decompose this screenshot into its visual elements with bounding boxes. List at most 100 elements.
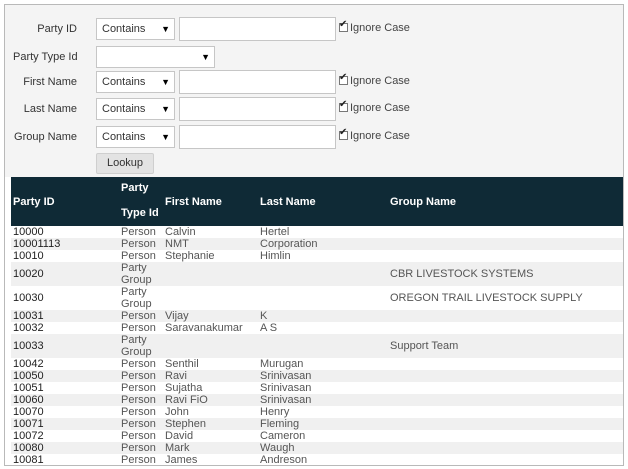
party-id-operator-select[interactable]: Contains ▼ (96, 18, 175, 40)
party-id-input[interactable] (179, 17, 336, 41)
header-first-name[interactable]: First Name (165, 196, 222, 208)
party-type-id-label: Party Type Id (13, 51, 78, 63)
table-row[interactable]: 10010 Person Stephanie Himlin (11, 250, 623, 262)
cell-first-name: Calvin (165, 226, 196, 238)
group-name-ignore-case[interactable]: Ignore Case (339, 127, 410, 142)
cell-last-name: Hertel (260, 226, 290, 238)
cell-party-id[interactable]: 10000 (13, 226, 44, 238)
header-last-name[interactable]: Last Name (260, 196, 316, 208)
lookup-window: Party ID Contains ▼ Ignore Case Party Typ… (4, 4, 624, 466)
table-row[interactable]: 10020 Party Group CBR LIVESTOCK SYSTEMS (11, 262, 623, 286)
cell-group-name: CBR LIVESTOCK SYSTEMS (390, 268, 534, 280)
last-name-ignore-case[interactable]: Ignore Case (339, 99, 410, 114)
table-row[interactable]: 10030 Party Group OREGON TRAIL LIVESTOCK S… (11, 286, 623, 310)
header-party-id[interactable]: Party ID (13, 196, 55, 208)
cell-party-id[interactable]: 10051 (13, 382, 44, 394)
cell-party-type: Party Group (121, 262, 152, 286)
cell-first-name: Stephanie (165, 250, 215, 262)
party-type-id-select[interactable]: ▼ (96, 46, 215, 68)
table-row[interactable]: 10031 Person Vijay K (11, 310, 623, 322)
cell-first-name: Stephen (165, 418, 206, 430)
first-name-ignore-case[interactable]: Ignore Case (339, 72, 410, 87)
table-row[interactable]: 10050 Person Ravi Srinivasan (11, 370, 623, 382)
header-party-type-line1[interactable]: Party (121, 182, 149, 194)
cell-party-id[interactable]: 10030 (13, 292, 44, 304)
table-row[interactable]: 10072 Person David Cameron (11, 430, 623, 442)
cell-party-id[interactable]: 10031 (13, 310, 44, 322)
cell-last-name: Srinivasan (260, 370, 312, 382)
cell-party-type: Person (121, 442, 156, 454)
cell-party-type: Person (121, 238, 156, 250)
chevron-down-icon: ▼ (161, 104, 170, 114)
table-row[interactable]: 10080 Person Mark Waugh (11, 442, 623, 454)
results-table-body: 10000 Person Calvin Hertel 10001113 Person NMT… (11, 226, 623, 466)
ignore-case-label: Ignore Case (350, 102, 410, 114)
table-row[interactable]: 10071 Person Stephen Fleming (11, 418, 623, 430)
cell-first-name: Ravi FiO (165, 394, 208, 406)
table-row[interactable]: 10000 Person Calvin Hertel (11, 226, 623, 238)
cell-party-id[interactable]: 10070 (13, 406, 44, 418)
table-row[interactable]: 10051 Person Sujatha Srinivasan (11, 382, 623, 394)
lookup-button[interactable]: Lookup (96, 153, 154, 174)
cell-party-id[interactable]: 10050 (13, 370, 44, 382)
cell-first-name: Sujatha (165, 382, 203, 394)
table-row[interactable]: 10032 Person Saravanakumar A S (11, 322, 623, 334)
ignore-case-label: Ignore Case (350, 22, 410, 34)
checkbox-checked-icon[interactable] (339, 72, 348, 85)
cell-party-type: Person (121, 322, 156, 334)
first-name-operator-select[interactable]: Contains ▼ (96, 71, 175, 93)
cell-party-type: Person (121, 430, 156, 442)
group-name-operator-select[interactable]: Contains ▼ (96, 126, 175, 148)
cell-party-id[interactable]: 10081 (13, 454, 44, 465)
party-id-label: Party ID (37, 23, 77, 35)
cell-first-name: Senthil (165, 358, 199, 370)
cell-party-type: Person (121, 310, 156, 322)
table-row[interactable]: 10060 Person Ravi FiO Srinivasan (11, 394, 623, 406)
last-name-input[interactable] (179, 97, 336, 121)
cell-last-name: Murugan (260, 358, 304, 370)
cell-party-id[interactable]: 10001113 (13, 238, 60, 250)
checkbox-checked-icon[interactable] (339, 99, 348, 112)
cell-party-id[interactable]: 10072 (13, 430, 44, 442)
cell-first-name: David (165, 430, 194, 442)
checkbox-checked-icon[interactable] (339, 19, 348, 32)
cell-first-name: Mark (165, 442, 190, 454)
cell-party-id[interactable]: 10010 (13, 250, 44, 262)
header-party-type-line2[interactable]: Type Id (121, 207, 159, 219)
table-row[interactable]: 10070 Person John Henry (11, 406, 623, 418)
cell-party-id[interactable]: 10080 (13, 442, 44, 454)
table-row[interactable]: 10033 Party Group Support Team (11, 334, 623, 358)
group-name-operator-value: Contains (102, 131, 146, 143)
ignore-case-label: Ignore Case (350, 75, 410, 87)
last-name-row: Last Name Contains ▼ Ignore Case (5, 97, 623, 122)
first-name-operator-value: Contains (102, 76, 146, 88)
cell-party-type: Person (121, 406, 156, 418)
results-table-header: Party ID Party Type Id First Name Last N… (11, 177, 623, 226)
checkbox-checked-icon[interactable] (339, 127, 348, 140)
cell-party-type: Person (121, 250, 156, 262)
party-id-ignore-case[interactable]: Ignore Case (339, 19, 410, 34)
header-group-name[interactable]: Group Name (390, 196, 456, 208)
party-id-operator-value: Contains (102, 23, 146, 35)
cell-party-id[interactable]: 10032 (13, 322, 44, 334)
cell-party-type: Party Group (121, 334, 152, 358)
first-name-input[interactable] (179, 70, 336, 94)
table-row[interactable]: 10042 Person Senthil Murugan (11, 358, 623, 370)
table-row[interactable]: 10081 Person James Andreson (11, 454, 623, 466)
cell-party-id[interactable]: 10071 (13, 418, 44, 430)
group-name-label: Group Name (14, 131, 77, 143)
cell-party-id[interactable]: 10060 (13, 394, 44, 406)
cell-party-id[interactable]: 10033 (13, 340, 44, 352)
cell-group-name: OREGON TRAIL LIVESTOCK SUPPLY (390, 292, 583, 304)
group-name-input[interactable] (179, 125, 336, 149)
table-row[interactable]: 10001113 Person NMT Corporation (11, 238, 623, 250)
cell-party-id[interactable]: 10020 (13, 268, 44, 280)
cell-first-name: James (165, 454, 198, 466)
cell-party-type: Person (121, 454, 156, 466)
cell-last-name: Srinivasan (260, 394, 312, 406)
cell-party-type: Person (121, 370, 156, 382)
cell-party-id[interactable]: 10042 (13, 358, 44, 370)
cell-first-name: John (165, 406, 189, 418)
last-name-operator-select[interactable]: Contains ▼ (96, 98, 175, 120)
cell-last-name: Andreson (260, 454, 308, 466)
